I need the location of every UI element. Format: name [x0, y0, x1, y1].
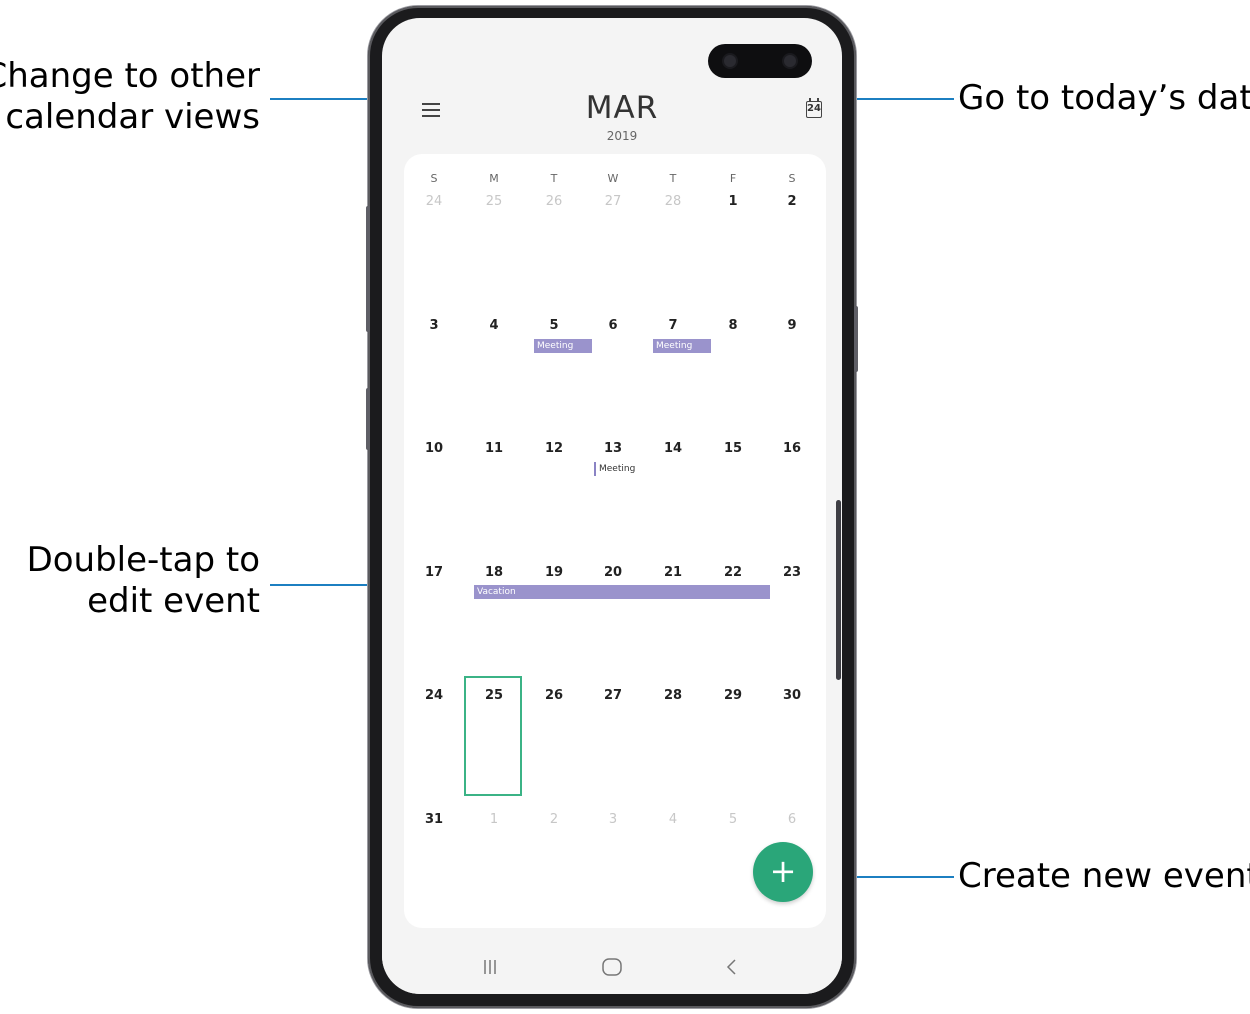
day-cell[interactable]: 31 — [414, 812, 454, 827]
day-cell[interactable]: 27 — [593, 688, 633, 703]
selected-day-highlight — [464, 676, 522, 796]
plus-icon: + — [769, 852, 797, 890]
event-meeting[interactable]: Meeting — [594, 462, 650, 476]
front-camera — [708, 44, 812, 78]
scrollbar[interactable] — [836, 500, 841, 680]
create-event-button[interactable]: + — [753, 842, 813, 902]
day-cell[interactable]: 6 — [593, 318, 633, 333]
callout-change-views: Change to other calendar views — [0, 56, 260, 137]
day-cell[interactable]: 26 — [534, 194, 574, 209]
event-meeting[interactable]: Meeting — [653, 339, 711, 353]
day-cell[interactable]: 4 — [653, 812, 693, 827]
weekday-header: F — [729, 172, 737, 185]
volume-button — [366, 206, 370, 332]
day-cell[interactable]: 5 — [534, 318, 574, 333]
day-cell[interactable]: 8 — [713, 318, 753, 333]
camera-lens-right — [784, 55, 796, 67]
system-nav-bar — [382, 940, 842, 994]
power-button — [854, 306, 858, 372]
day-cell[interactable]: 6 — [772, 812, 812, 827]
day-cell[interactable]: 18 — [474, 565, 514, 580]
day-cell[interactable]: 30 — [772, 688, 812, 703]
weekday-header: M — [489, 172, 499, 185]
year-label: 2019 — [606, 129, 638, 143]
day-cell[interactable]: 29 — [713, 688, 753, 703]
weekday-header: S — [788, 172, 796, 185]
weekday-header: S — [430, 172, 438, 185]
day-cell[interactable]: 2 — [534, 812, 574, 827]
day-cell[interactable]: 19 — [534, 565, 574, 580]
callout-today: Go to today’s date — [958, 78, 1250, 118]
day-cell[interactable]: 28 — [653, 194, 693, 209]
day-cell[interactable]: 12 — [534, 441, 574, 456]
calendar-today-icon[interactable]: 24 — [806, 98, 826, 120]
day-cell[interactable]: 21 — [653, 565, 693, 580]
hamburger-menu-icon[interactable] — [418, 98, 446, 122]
day-cell[interactable]: 3 — [414, 318, 454, 333]
day-cell[interactable]: 3 — [593, 812, 633, 827]
day-cell[interactable]: 25 — [474, 194, 514, 209]
day-cell[interactable]: 11 — [474, 441, 514, 456]
callout-create-event: Create new event — [958, 856, 1250, 896]
day-cell[interactable]: 22 — [713, 565, 753, 580]
home-icon[interactable] — [592, 952, 632, 982]
day-cell[interactable]: 10 — [414, 441, 454, 456]
day-cell[interactable]: 4 — [474, 318, 514, 333]
day-cell[interactable]: 28 — [653, 688, 693, 703]
day-cell[interactable]: 15 — [713, 441, 753, 456]
day-cell[interactable]: 9 — [772, 318, 812, 333]
day-cell[interactable]: 14 — [653, 441, 693, 456]
day-cell[interactable]: 26 — [534, 688, 574, 703]
day-cell[interactable]: 13 — [593, 441, 633, 456]
month-title: MAR — [585, 90, 659, 126]
day-cell[interactable]: 1 — [474, 812, 514, 827]
day-cell[interactable]: 1 — [713, 194, 753, 209]
day-cell[interactable]: 20 — [593, 565, 633, 580]
day-cell[interactable]: 24 — [414, 194, 454, 209]
weekday-header: T — [550, 172, 558, 185]
month-grid: S M T W T F S 24 25 26 27 28 1 2 3 4 5 6 7 8 9 10 11 12 13 14 15 16… — [404, 154, 826, 928]
event-vacation[interactable]: Vacation — [474, 585, 770, 599]
day-cell[interactable]: 23 — [772, 565, 812, 580]
camera-lens-left — [724, 55, 736, 67]
day-cell[interactable]: 5 — [713, 812, 753, 827]
back-icon[interactable] — [712, 952, 752, 982]
weekday-header: W — [607, 172, 619, 185]
phone-frame: MAR 2019 24 S M T W T F S 24 25 26 27 28 1 2 3 4 5 6 7 8 9 10… — [366, 6, 858, 1008]
calendar-screen: MAR 2019 24 S M T W T F S 24 25 26 27 28 1 2 3 4 5 6 7 8 9 10… — [382, 18, 842, 994]
day-cell[interactable]: 2 — [772, 194, 812, 209]
day-cell[interactable]: 7 — [653, 318, 693, 333]
day-cell[interactable]: 27 — [593, 194, 633, 209]
day-cell[interactable]: 16 — [772, 441, 812, 456]
day-cell[interactable]: 17 — [414, 565, 454, 580]
callout-edit-event: Double-tap to edit event — [26, 540, 260, 621]
recent-apps-icon[interactable] — [470, 952, 510, 982]
day-cell[interactable]: 24 — [414, 688, 454, 703]
event-meeting[interactable]: Meeting — [534, 339, 592, 353]
weekday-header: T — [669, 172, 677, 185]
bixby-button — [366, 388, 370, 450]
